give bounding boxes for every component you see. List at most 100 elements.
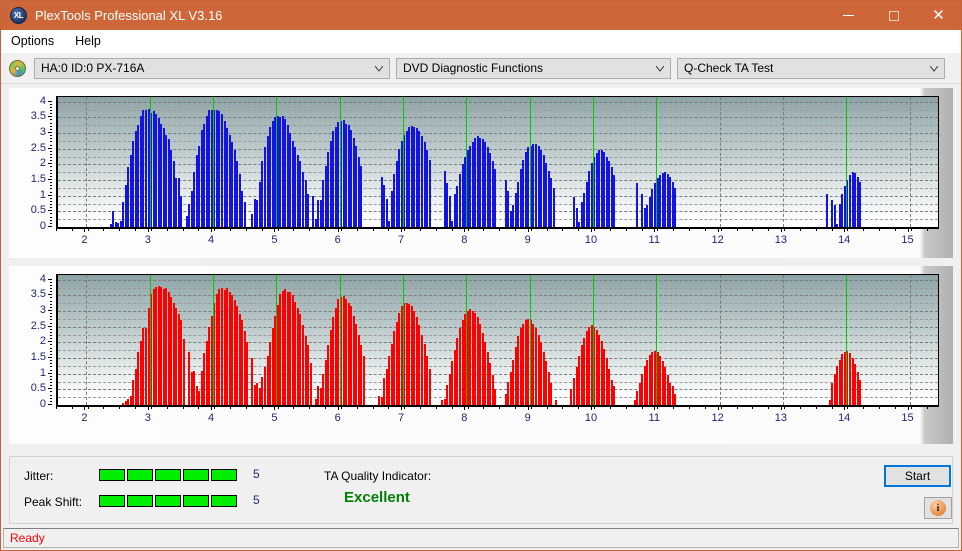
- x-axis-minor-tick: [435, 406, 437, 409]
- x-axis-tick-label: 9: [524, 412, 531, 424]
- chart-bar: [307, 194, 310, 227]
- jitter-label: Jitter:: [24, 469, 54, 483]
- peak-shift-meter: [99, 495, 237, 507]
- x-axis-minor-tick: [894, 228, 896, 231]
- x-axis-tick-label: 7: [397, 412, 405, 424]
- x-axis-minor-tick: [372, 406, 374, 409]
- info-icon: i: [930, 500, 946, 516]
- x-axis-tick-label: 12: [711, 234, 724, 246]
- results-panel: Jitter: 5 Peak Shift: 5 TA Quality Indic…: [9, 456, 953, 524]
- x-axis-tick-label: 10: [584, 234, 598, 246]
- sector-marker: [592, 97, 594, 227]
- sector-marker: [466, 275, 468, 405]
- x-axis-minor-tick: [309, 406, 311, 409]
- x-axis-minor-tick: [926, 406, 928, 409]
- x-axis-minor-tick: [863, 228, 865, 231]
- x-axis-minor-tick: [245, 406, 247, 409]
- x-axis-tick: [717, 228, 719, 232]
- x-axis-tick-label: 13: [774, 412, 788, 424]
- x-axis-minor-tick: [356, 406, 358, 409]
- x-axis-minor-tick: [420, 406, 422, 409]
- x-axis-minor-tick: [198, 228, 200, 231]
- x-axis-tick: [337, 406, 339, 410]
- x-axis-minor-tick: [736, 406, 738, 409]
- x-axis-minor-tick: [831, 228, 833, 231]
- function-group-select[interactable]: DVD Diagnostic Functions: [396, 57, 671, 79]
- x-axis-minor-tick: [562, 406, 564, 409]
- application-window: XL PlexTools Professional XL V3.16 ✕ Opt…: [0, 0, 962, 551]
- minimize-icon[interactable]: [826, 1, 871, 30]
- chart-bar: [309, 362, 312, 405]
- drive-select[interactable]: HA:0 ID:0 PX-716A: [34, 57, 390, 79]
- x-axis-minor-tick: [784, 406, 786, 409]
- x-axis-minor-tick: [815, 228, 817, 231]
- x-axis-tick: [907, 406, 909, 410]
- x-axis-tick-label: 8: [461, 412, 468, 424]
- chart-bar: [428, 159, 431, 227]
- plot-area: [56, 274, 939, 407]
- x-axis-minor-tick: [293, 228, 295, 231]
- meter-segment: [155, 469, 181, 481]
- chart-peak-shift: 0 0.5 1 1.5 2 2.5 3 3.5 4 2 3 4 5 6 7 8 9 10 11 12 13 14 15: [9, 266, 953, 444]
- x-axis-tick-label: 5: [271, 412, 278, 424]
- x-axis-tick-label: 13: [774, 234, 788, 246]
- x-axis-tick-label: 5: [271, 234, 278, 246]
- x-axis-tick: [717, 406, 719, 410]
- sector-marker: [213, 275, 215, 405]
- x-axis-minor-tick: [720, 406, 722, 409]
- x-axis-minor-tick: [799, 406, 801, 409]
- x-axis-minor-tick: [879, 406, 881, 409]
- sector-marker: [529, 275, 531, 405]
- x-axis-tick: [590, 406, 592, 410]
- x-axis-minor-tick: [530, 228, 532, 231]
- x-axis-tick-label: 3: [144, 412, 151, 424]
- test-select[interactable]: Q-Check TA Test: [677, 57, 945, 79]
- x-axis-tick-label: 15: [901, 234, 914, 246]
- info-button[interactable]: i: [924, 497, 952, 519]
- menu-item-help[interactable]: Help: [73, 32, 110, 50]
- peak-shift-value: 5: [253, 493, 260, 507]
- menu-item-options[interactable]: Options: [9, 32, 63, 50]
- status-bar: Ready: [3, 528, 959, 548]
- x-axis-minor-tick: [119, 228, 121, 231]
- jitter-meter: [99, 469, 237, 481]
- sector-marker: [276, 97, 278, 227]
- x-axis-tick: [211, 406, 213, 410]
- x-axis-minor-tick: [56, 228, 57, 231]
- x-axis-tick: [401, 228, 403, 232]
- x-axis-minor-tick: [910, 406, 912, 409]
- sector-marker: [592, 275, 594, 405]
- toolbar: HA:0 ID:0 PX-716A DVD Diagnostic Functio…: [1, 53, 961, 84]
- maximize-icon[interactable]: [871, 1, 916, 30]
- meter-segment: [155, 495, 181, 507]
- x-axis-minor-tick: [530, 406, 532, 409]
- x-axis-tick: [211, 228, 213, 232]
- x-axis-minor-tick: [230, 228, 232, 231]
- chart-bar: [613, 386, 616, 405]
- x-axis-tick: [844, 406, 846, 410]
- x-axis-minor-tick: [894, 406, 896, 409]
- x-axis-minor-tick: [388, 228, 390, 231]
- x-axis-minor-tick: [863, 406, 865, 409]
- x-axis-tick-label: 2: [81, 234, 88, 246]
- sector-marker: [656, 275, 658, 405]
- close-icon[interactable]: ✕: [916, 1, 961, 30]
- x-axis-minor-tick: [689, 406, 691, 409]
- start-button[interactable]: Start: [884, 465, 951, 487]
- x-axis-tick: [464, 406, 466, 410]
- chart-bar: [360, 165, 363, 227]
- x-axis-minor-tick: [245, 228, 247, 231]
- window-title: PlexTools Professional XL V3.16: [35, 8, 223, 23]
- meter-segment: [183, 469, 209, 481]
- x-axis-minor-tick: [799, 228, 801, 231]
- x-axis-minor-tick: [594, 228, 596, 231]
- x-axis-tick-label: 9: [524, 234, 531, 246]
- x-axis-minor-tick: [135, 228, 137, 231]
- x-axis-minor-tick: [784, 228, 786, 231]
- x-axis-minor-tick: [609, 406, 611, 409]
- sector-marker: [339, 275, 341, 405]
- sector-marker: [846, 97, 848, 227]
- sector-marker: [403, 275, 405, 405]
- x-axis-minor-tick: [119, 406, 121, 409]
- x-axis-minor-tick: [261, 406, 263, 409]
